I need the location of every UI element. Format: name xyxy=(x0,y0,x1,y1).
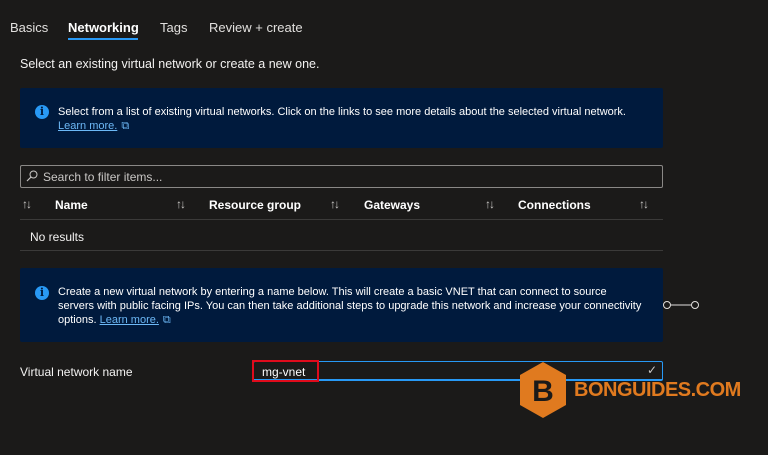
sort-icon[interactable]: ↑↓ xyxy=(330,197,340,211)
info-banner-text: Create a new virtual network by entering… xyxy=(58,285,643,327)
bonguides-logo-icon: B xyxy=(520,362,566,418)
connector-icon xyxy=(663,301,699,309)
info-banner-text: Select from a list of existing virtual n… xyxy=(58,105,643,133)
info-banner-message: Select from a list of existing virtual n… xyxy=(58,106,626,118)
vnet-name-input[interactable] xyxy=(262,364,562,379)
watermark-logo: B BONGUIDES.COM xyxy=(518,361,741,419)
intro-text: Select an existing virtual network or cr… xyxy=(20,57,320,71)
column-header-gateways[interactable]: Gateways xyxy=(364,198,420,212)
sort-icon[interactable]: ↑↓ xyxy=(639,197,649,211)
tab-bar: Basics Networking Tags Review + create xyxy=(0,0,768,40)
table-header: ↑↓ Name ↑↓ Resource group ↑↓ Gateways ↑↓… xyxy=(20,192,663,220)
info-icon: i xyxy=(35,286,49,300)
external-link-icon: ⧉ xyxy=(162,314,171,326)
tab-basics[interactable]: Basics xyxy=(10,20,48,35)
external-link-icon: ⧉ xyxy=(121,120,130,132)
info-banner-existing: i Select from a list of existing virtual… xyxy=(20,88,663,148)
column-header-name[interactable]: Name xyxy=(55,198,88,212)
sort-icon[interactable]: ↑↓ xyxy=(485,197,495,211)
svg-text:B: B xyxy=(532,375,554,408)
learn-more-link[interactable]: Learn more. xyxy=(100,314,159,326)
filter-input[interactable] xyxy=(43,168,643,185)
search-icon xyxy=(26,170,38,182)
empty-state-text: No results xyxy=(30,230,85,244)
watermark-text: BONGUIDES.COM xyxy=(574,379,741,401)
info-icon: i xyxy=(35,105,49,119)
sort-icon[interactable]: ↑↓ xyxy=(22,197,32,211)
tab-tags[interactable]: Tags xyxy=(160,20,187,35)
filter-box xyxy=(20,165,663,188)
learn-more-link[interactable]: Learn more. xyxy=(58,120,117,132)
column-header-connections[interactable]: Connections xyxy=(518,198,591,212)
sort-icon[interactable]: ↑↓ xyxy=(176,197,186,211)
vnet-name-label: Virtual network name xyxy=(20,365,133,379)
tab-review-create[interactable]: Review + create xyxy=(209,20,303,35)
column-header-resource-group[interactable]: Resource group xyxy=(209,198,301,212)
info-banner-new: i Create a new virtual network by enteri… xyxy=(20,268,663,342)
table-divider xyxy=(20,250,663,251)
tab-networking[interactable]: Networking xyxy=(68,20,139,35)
active-tab-indicator xyxy=(68,38,138,40)
